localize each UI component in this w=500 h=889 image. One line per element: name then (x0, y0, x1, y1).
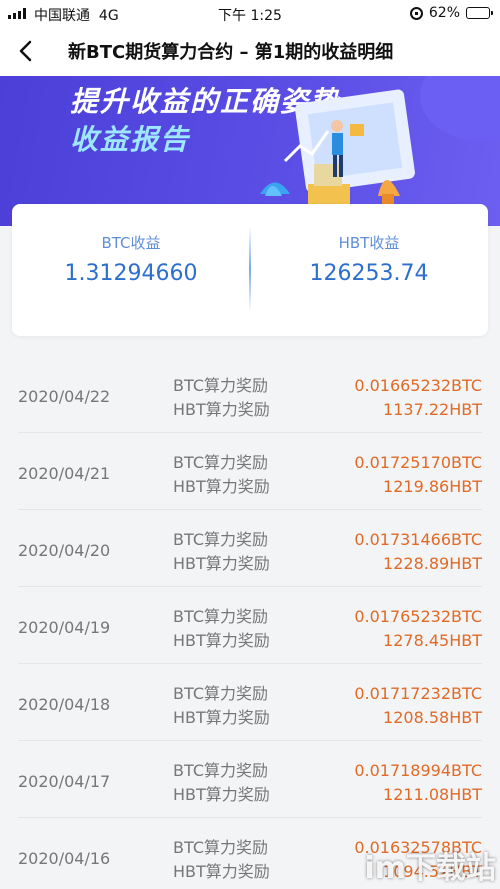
list-item: 2020/04/17 BTC算力奖励 HBT算力奖励 0.01718994BTC 1… (18, 741, 482, 818)
hbt-reward-label: HBT算力奖励 (173, 708, 270, 727)
hbt-reward-value: 1208.58HBT (383, 708, 482, 727)
btc-earnings-label: BTC收益 (101, 234, 161, 252)
btc-reward-value: 0.01665232BTC (354, 376, 482, 395)
btc-reward-label: BTC算力奖励 (173, 761, 268, 780)
btc-earnings-value: 1.31294660 (64, 261, 198, 286)
btc-reward-value: 0.01717232BTC (354, 684, 482, 703)
battery-icon (466, 7, 493, 19)
btc-reward-value: 0.01765232BTC (354, 607, 482, 626)
hbt-summary: HBT收益 126253.74 (250, 232, 488, 286)
orientation-lock-icon (409, 6, 423, 20)
hbt-reward-label: HBT算力奖励 (173, 785, 270, 804)
hbt-earnings-value: 126253.74 (309, 261, 429, 286)
btc-reward-label: BTC算力奖励 (173, 376, 268, 395)
earnings-list[interactable]: 2020/04/22 BTC算力奖励 HBT算力奖励 0.01665232BTC 1… (0, 356, 500, 889)
list-item: 2020/04/19 BTC算力奖励 HBT算力奖励 0.01765232BTC 1… (18, 587, 482, 664)
hbt-reward-label: HBT算力奖励 (173, 400, 270, 419)
nav-bar: 新BTC期货算力合约 – 第1期的收益明细 (0, 26, 500, 76)
chevron-left-icon (19, 40, 32, 62)
btc-reward-label: BTC算力奖励 (173, 607, 268, 626)
hbt-reward-value: 1211.08HBT (383, 785, 482, 804)
row-date: 2020/04/16 (18, 849, 111, 868)
btc-reward-label: BTC算力奖励 (173, 530, 268, 549)
list-item: 2020/04/20 BTC算力奖励 HBT算力奖励 0.01731466BTC 1… (18, 510, 482, 587)
row-date: 2020/04/22 (18, 387, 111, 406)
hbt-reward-label: HBT算力奖励 (173, 862, 270, 881)
banner-subheadline: 收益报告 (70, 123, 191, 156)
btc-reward-value: 0.01731466BTC (354, 530, 482, 549)
btc-reward-value: 0.01725170BTC (354, 453, 482, 472)
list-item: 2020/04/18 BTC算力奖励 HBT算力奖励 0.01717232BTC 1… (18, 664, 482, 741)
hbt-earnings-label: HBT收益 (338, 234, 400, 252)
hbt-reward-value: 1278.45HBT (383, 631, 482, 650)
btc-reward-value: 0.01718994BTC (354, 761, 482, 780)
earnings-summary-card: BTC收益 1.31294660 HBT收益 126253.74 (12, 204, 488, 336)
row-date: 2020/04/17 (18, 772, 111, 791)
battery-percent: 62% (428, 5, 460, 21)
status-bar: 中国联通 4G 下午 1:25 62% (0, 0, 500, 26)
site-watermark: im下载站 (364, 851, 496, 886)
btc-reward-label: BTC算力奖励 (173, 453, 268, 472)
list-item: 2020/04/21 BTC算力奖励 HBT算力奖励 0.01725170BTC 1… (18, 433, 482, 510)
hbt-reward-label: HBT算力奖励 (173, 554, 270, 573)
page-title: 新BTC期货算力合约 – 第1期的收益明细 (68, 42, 394, 63)
hbt-reward-label: HBT算力奖励 (173, 631, 270, 650)
hbt-reward-value: 1219.86HBT (383, 477, 482, 496)
list-item: 2020/04/22 BTC算力奖励 HBT算力奖励 0.01665232BTC 1… (18, 356, 482, 433)
row-date: 2020/04/21 (18, 464, 111, 483)
hbt-reward-value: 1137.22HBT (383, 400, 482, 419)
btc-summary: BTC收益 1.31294660 (12, 232, 250, 286)
btc-reward-label: BTC算力奖励 (173, 684, 268, 703)
back-button[interactable] (12, 36, 42, 66)
btc-reward-label: BTC算力奖励 (173, 838, 268, 857)
row-date: 2020/04/19 (18, 618, 111, 637)
row-date: 2020/04/20 (18, 541, 111, 560)
hbt-reward-label: HBT算力奖励 (173, 477, 270, 496)
row-date: 2020/04/18 (18, 695, 111, 714)
hbt-reward-value: 1228.89HBT (383, 554, 482, 573)
